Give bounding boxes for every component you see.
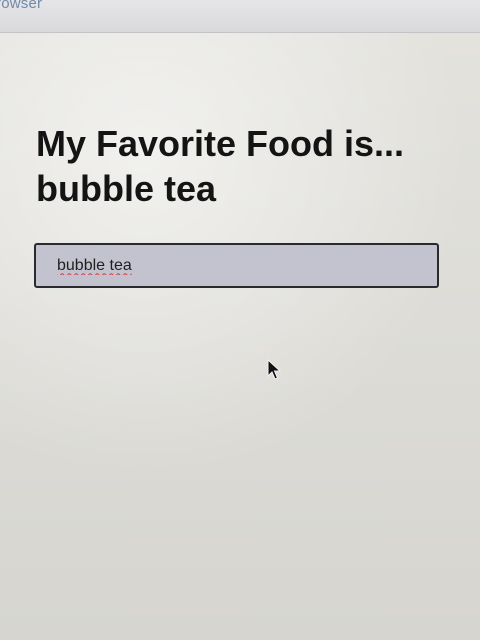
page-content: My Favorite Food is... bubble tea (0, 33, 480, 640)
browser-title-bar: rowser (0, 0, 480, 33)
browser-title: rowser (0, 0, 43, 12)
favorite-food-input[interactable] (34, 243, 439, 288)
page-title: My Favorite Food is... bubble tea (36, 123, 405, 209)
mouse-pointer-icon (267, 359, 282, 380)
